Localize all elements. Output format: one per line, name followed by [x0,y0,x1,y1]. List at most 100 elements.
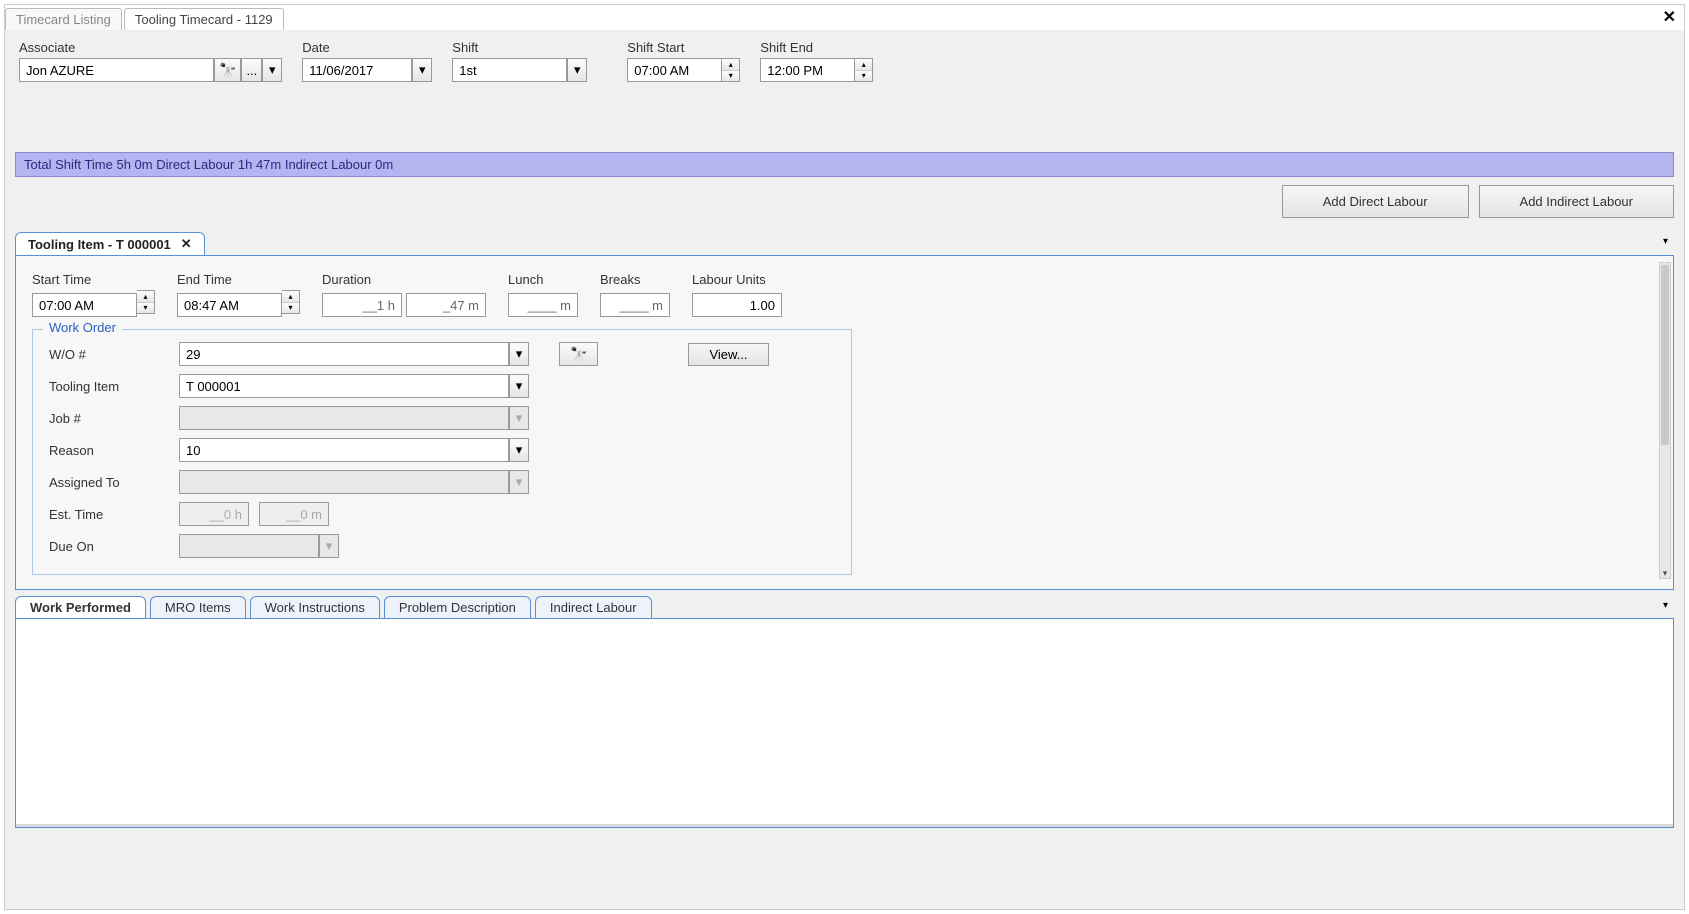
shift-field: Shift ▾ [452,40,587,82]
duration-hours-input[interactable] [322,293,402,317]
tooling-item-input[interactable] [179,374,509,398]
assigned-to-dropdown-button: ▾ [509,470,529,494]
header-fields: Associate 🔭 ... ▾ Date ▾ Shift [15,40,1674,82]
add-direct-labour-button[interactable]: Add Direct Labour [1282,185,1469,218]
action-row: Add Direct Labour Add Indirect Labour [15,185,1674,218]
wonum-label: W/O # [49,347,169,362]
spinner-up-icon[interactable]: ▴ [282,291,299,303]
due-on-dropdown-button: ▾ [319,534,339,558]
close-icon[interactable]: ✕ [1663,7,1676,27]
associate-dropdown-button[interactable]: ▾ [262,58,282,82]
labour-units-field: Labour Units [692,272,782,317]
shift-dropdown-button[interactable]: ▾ [567,58,587,82]
work-order-fieldset: Work Order W/O # ▾ 🔭 View... Tooling Ite… [32,329,852,575]
end-time-field: End Time ▴ ▾ [177,272,300,317]
spinner-down-icon[interactable]: ▾ [137,303,154,314]
item-panel-scrollbar[interactable]: ▴ ▾ [1659,262,1671,579]
tab-work-instructions[interactable]: Work Instructions [250,596,380,618]
shift-start-field: Shift Start ▴ ▾ [627,40,740,82]
reason-dropdown-button[interactable]: ▾ [509,438,529,462]
assigned-to-label: Assigned To [49,475,169,490]
est-time-label: Est. Time [49,507,169,522]
tooling-item-label: Tooling Item [49,379,169,394]
job-dropdown-button: ▾ [509,406,529,430]
date-input[interactable] [302,58,412,82]
associate-input[interactable] [19,58,214,82]
tab-mro-items[interactable]: MRO Items [150,596,246,618]
add-indirect-labour-button[interactable]: Add Indirect Labour [1479,185,1674,218]
est-time-hours-input [179,502,249,526]
tooling-item-dropdown-button[interactable]: ▾ [509,374,529,398]
date-dropdown-button[interactable]: ▾ [412,58,432,82]
work-order-legend: Work Order [43,320,122,335]
spinner-up-icon[interactable]: ▴ [722,59,739,71]
binoculars-icon: 🔭 [219,62,236,79]
reason-input[interactable] [179,438,509,462]
labour-units-input[interactable] [692,293,782,317]
associate-browse-button[interactable]: ... [241,58,262,82]
shift-summary-bar: Total Shift Time 5h 0m Direct Labour 1h … [15,152,1674,177]
spinner-up-icon[interactable]: ▴ [855,59,872,71]
spinner-down-icon[interactable]: ▾ [722,71,739,82]
labour-units-label: Labour Units [692,272,782,287]
tab-work-performed[interactable]: Work Performed [15,596,146,618]
shift-start-label: Shift Start [627,40,740,55]
wonum-dropdown-button[interactable]: ▾ [509,342,529,366]
wonum-search-button[interactable]: 🔭 [559,342,598,366]
tab-tooling-timecard[interactable]: Tooling Timecard - 1129 [124,8,284,30]
duration-field: Duration [322,272,486,317]
job-input [179,406,509,430]
associate-search-button[interactable]: 🔭 [214,58,241,82]
associate-label: Associate [19,40,282,55]
tooling-item-panel: ▴ ▾ Start Time ▴ ▾ [15,255,1674,590]
duration-minutes-input[interactable] [406,293,486,317]
reason-label: Reason [49,443,169,458]
tooling-item-close-icon[interactable]: ✕ [181,236,192,252]
time-row: Start Time ▴ ▾ End Time [32,272,1657,317]
tooling-item-menu-caret-icon[interactable]: ▾ [1663,236,1668,247]
est-time-minutes-input [259,502,329,526]
shift-start-stepper[interactable]: ▴ ▾ [722,58,740,82]
spinner-up-icon[interactable]: ▴ [137,291,154,303]
scrollbar-thumb[interactable] [1661,265,1669,445]
lunch-label: Lunch [508,272,578,287]
spinner-down-icon[interactable]: ▾ [855,71,872,82]
shift-end-input[interactable] [760,58,855,82]
binoculars-icon: 🔭 [570,346,587,363]
breaks-input[interactable] [600,293,670,317]
lunch-field: Lunch [508,272,578,317]
tooling-item-tab-title: Tooling Item - T 000001 [28,237,171,252]
shift-label: Shift [452,40,587,55]
breaks-label: Breaks [600,272,670,287]
start-time-label: Start Time [32,272,155,287]
due-on-input [179,534,319,558]
view-button[interactable]: View... [688,343,768,366]
assigned-to-input [179,470,509,494]
tab-problem-description[interactable]: Problem Description [384,596,531,618]
tooling-item-tab[interactable]: Tooling Item - T 000001 ✕ [15,232,205,255]
shift-end-field: Shift End ▴ ▾ [760,40,873,82]
start-time-input[interactable] [32,293,137,317]
wonum-input[interactable] [179,342,509,366]
tab-indirect-labour[interactable]: Indirect Labour [535,596,652,618]
date-label: Date [302,40,432,55]
end-time-input[interactable] [177,293,282,317]
end-time-stepper[interactable]: ▴ ▾ [282,290,300,314]
tab-timecard-listing[interactable]: Timecard Listing [5,8,122,30]
job-label: Job # [49,411,169,426]
work-performed-panel[interactable] [15,618,1674,828]
start-time-stepper[interactable]: ▴ ▾ [137,290,155,314]
spinner-down-icon[interactable]: ▾ [282,303,299,314]
shift-select[interactable] [452,58,567,82]
lunch-input[interactable] [508,293,578,317]
shift-end-label: Shift End [760,40,873,55]
date-field: Date ▾ [302,40,432,82]
bottom-tab-section: Work Performed MRO Items Work Instructio… [15,596,1674,828]
shift-start-input[interactable] [627,58,722,82]
shift-end-stepper[interactable]: ▴ ▾ [855,58,873,82]
start-time-field: Start Time ▴ ▾ [32,272,155,317]
bottom-tab-menu-caret-icon[interactable]: ▾ [1663,600,1668,611]
duration-label: Duration [322,272,486,287]
tooling-item-section: Tooling Item - T 000001 ✕ ▾ ▴ ▾ Start Ti… [15,232,1674,590]
scrollbar-down-icon[interactable]: ▾ [1660,567,1670,579]
